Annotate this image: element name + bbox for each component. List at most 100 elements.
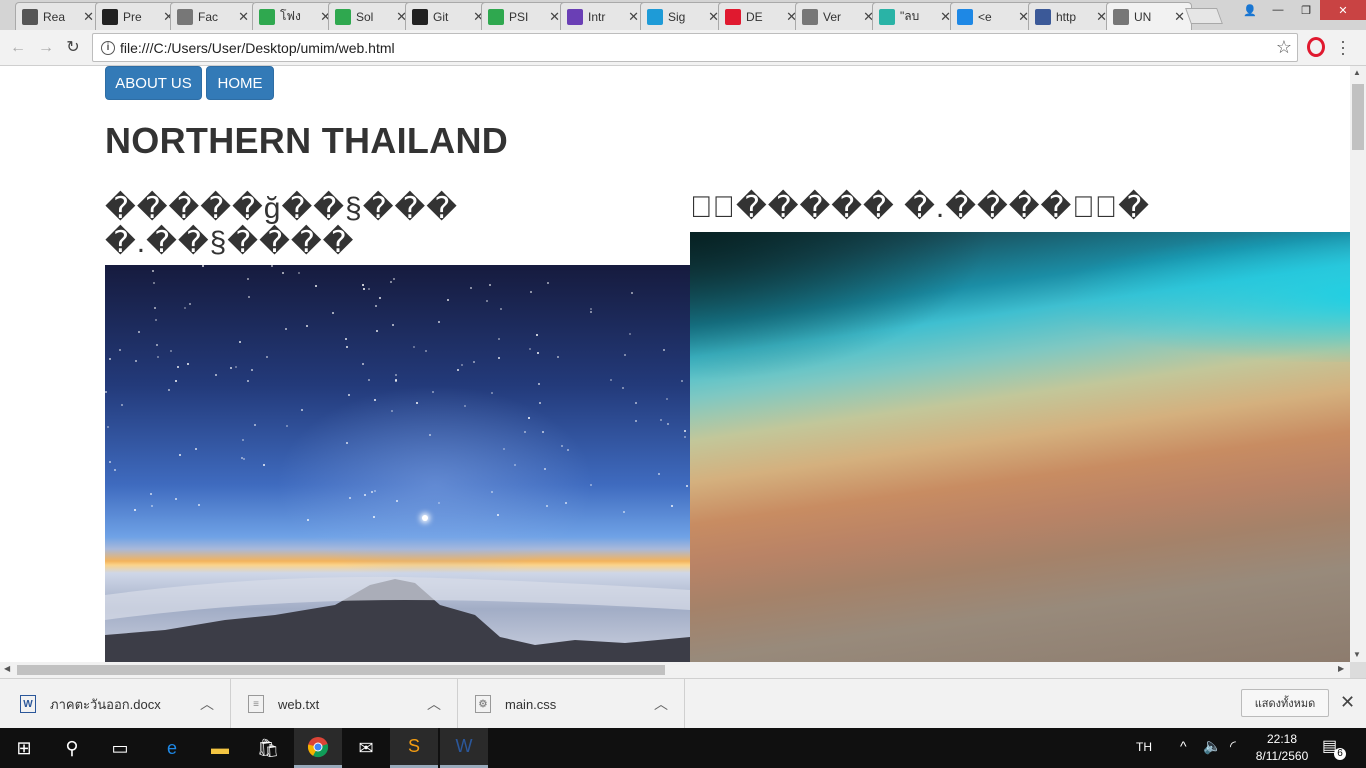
windows-taskbar: ⊞ ⚲ ▭ e ▬ 🛍 ✉ S W TH ^ 🔈 ◜ 22:18 8/11/25…	[0, 728, 1366, 768]
left-heading: �����ğ��§��� �.��§����	[105, 192, 458, 260]
page-viewport: ABOUT US HOME NORTHERN THAILAND �����ğ��…	[0, 66, 1350, 662]
tab-title: Sol	[356, 9, 374, 24]
forward-arrow-icon[interactable]: →	[36, 38, 56, 58]
starry-mountain-photo	[105, 265, 690, 662]
tab-close-icon[interactable]: ✕	[1174, 9, 1185, 25]
download-item[interactable]: ⚙ main.css ︿	[458, 679, 685, 729]
browser-tab[interactable]: โฟง ✕	[252, 2, 338, 30]
task-view-icon[interactable]: ▭	[96, 728, 144, 768]
tab-close-icon[interactable]: ✕	[628, 9, 639, 25]
u-logo-icon	[647, 8, 663, 25]
chevron-up-icon[interactable]: ︿	[427, 694, 441, 714]
close-icon[interactable]: ✕	[1340, 692, 1355, 713]
minimize-button[interactable]: —	[1264, 0, 1292, 20]
reload-icon[interactable]: ↻	[63, 38, 83, 58]
info-icon[interactable]: i	[101, 41, 115, 55]
browser-tab[interactable]: Fac ✕	[170, 2, 256, 30]
chrome-icon[interactable]	[294, 728, 342, 768]
scroll-right-arrow-icon[interactable]: ▶	[1338, 664, 1344, 673]
windows-start-icon[interactable]: ⊞	[0, 728, 48, 768]
tab-title: Rea	[43, 9, 66, 24]
show-all-button[interactable]: แสดงทั้งหมด	[1241, 689, 1329, 717]
forms-icon	[567, 8, 583, 25]
facebook-icon	[1035, 8, 1051, 25]
back-arrow-icon[interactable]: ←	[8, 38, 28, 58]
browser-toolbar: ← → ↻ i file:///C:/Users/User/Desktop/um…	[0, 30, 1366, 66]
browser-tab[interactable]: PSI ✕	[481, 2, 567, 30]
tab-title: PSI	[509, 9, 529, 24]
chevron-up-icon[interactable]: ︿	[200, 694, 214, 714]
edge-browser-icon[interactable]: e	[148, 728, 196, 768]
search-icon[interactable]: ⚲	[48, 728, 96, 768]
sunset-sky-photo	[690, 232, 1350, 662]
mail-icon[interactable]: ✉	[342, 728, 390, 768]
browser-tab[interactable]: Intr ✕	[560, 2, 646, 30]
horizontal-scrollbar[interactable]: ◀ ▶	[0, 662, 1350, 678]
text-file-icon: ≡	[248, 695, 264, 713]
tab-title: <e	[978, 9, 992, 24]
scroll-down-arrow-icon[interactable]: ▼	[1353, 650, 1361, 659]
download-filename: web.txt	[278, 696, 320, 712]
language-indicator[interactable]: TH	[1136, 740, 1152, 754]
tab-title: Intr	[588, 9, 606, 24]
word-doc-icon: W	[20, 695, 36, 713]
browser-tab[interactable]: http ✕	[1028, 2, 1114, 30]
horizontal-scroll-thumb[interactable]	[17, 665, 665, 675]
clock-date[interactable]: 8/11/2560	[1254, 749, 1310, 763]
address-bar[interactable]: i file:///C:/Users/User/Desktop/umim/web…	[92, 33, 1298, 62]
about-us-button[interactable]: ABOUT US	[105, 66, 202, 100]
clock-time[interactable]: 22:18	[1254, 732, 1310, 746]
wifi-icon[interactable]: ◜	[1230, 737, 1236, 755]
chevron-up-icon[interactable]: ︿	[654, 694, 668, 714]
browser-tab[interactable]: "ลบ ✕	[872, 2, 958, 30]
download-item[interactable]: ≡ web.txt ︿	[231, 679, 458, 729]
home-button[interactable]: HOME	[206, 66, 274, 100]
word-app-icon[interactable]: W	[440, 728, 488, 768]
tab-strip: Rea ✕ Pre ✕ Fac ✕ โฟง ✕ Sol ✕ Git ✕ PSI ✕ Intr ✕ Sig ✕ DE ✕…	[0, 0, 1366, 31]
maximize-button[interactable]: ❐	[1292, 0, 1320, 20]
browser-tab[interactable]: Sol ✕	[328, 2, 414, 30]
url-text[interactable]: file:///C:/Users/User/Desktop/umim/web.h…	[120, 40, 395, 56]
scroll-up-arrow-icon[interactable]: ▲	[1353, 68, 1361, 77]
browser-tab[interactable]: Git ✕	[405, 2, 491, 30]
tab-title: UN	[1134, 10, 1152, 24]
scroll-left-arrow-icon[interactable]: ◀	[4, 664, 10, 673]
page-icon	[802, 8, 818, 25]
vertical-scrollbar[interactable]: ▲ ▼	[1350, 66, 1366, 662]
user-profile-icon[interactable]: 👤	[1236, 0, 1264, 20]
tab-close-icon[interactable]: ✕	[83, 9, 94, 25]
download-item[interactable]: W ภาคตะวันออก.docx ︿	[0, 679, 231, 729]
browser-tab[interactable]: <e ✕	[950, 2, 1036, 30]
browser-tab[interactable]: Ver ✕	[795, 2, 881, 30]
browser-tab[interactable]: Sig ✕	[640, 2, 726, 30]
menu-icon[interactable]: · · ·	[1340, 32, 1346, 62]
opera-extension-icon[interactable]	[1307, 37, 1325, 57]
tab-title: Pre	[123, 9, 142, 24]
vertical-scroll-thumb[interactable]	[1352, 84, 1364, 150]
chevron-up-icon[interactable]: ^	[1180, 738, 1187, 754]
google-drive-icon	[259, 8, 275, 25]
left-heading-line2: �.��§����	[105, 226, 355, 259]
file-explorer-icon[interactable]: ▬	[196, 728, 244, 768]
browser-tab[interactable]: DE ✕	[718, 2, 804, 30]
sublime-text-icon[interactable]: S	[390, 728, 438, 768]
notification-count: 6	[1334, 748, 1346, 760]
browser-tab[interactable]: UN ✕	[1106, 2, 1192, 31]
close-window-button[interactable]: ✕	[1320, 0, 1366, 20]
browser-tab[interactable]: Pre ✕	[95, 2, 181, 30]
t-logo-icon	[879, 8, 895, 25]
tab-title: "ลบ	[900, 9, 920, 23]
download-filename: main.css	[505, 696, 557, 712]
download-filename: ภาคตะวันออก.docx	[50, 696, 161, 712]
tab-close-icon[interactable]: ✕	[549, 9, 560, 25]
volume-icon[interactable]: 🔈	[1203, 737, 1222, 755]
page-title: NORTHERN THAILAND	[105, 120, 509, 161]
new-tab-button[interactable]	[1185, 8, 1223, 24]
tab-close-icon[interactable]: ✕	[238, 9, 249, 25]
github-icon	[102, 8, 118, 25]
right-heading: �ั����� �.�����ู�	[690, 191, 1151, 224]
bookmark-star-icon[interactable]: ☆	[1276, 37, 1292, 58]
browser-tab[interactable]: Rea ✕	[15, 2, 101, 30]
store-icon[interactable]: 🛍	[244, 728, 292, 768]
google-drive-icon	[488, 8, 504, 25]
